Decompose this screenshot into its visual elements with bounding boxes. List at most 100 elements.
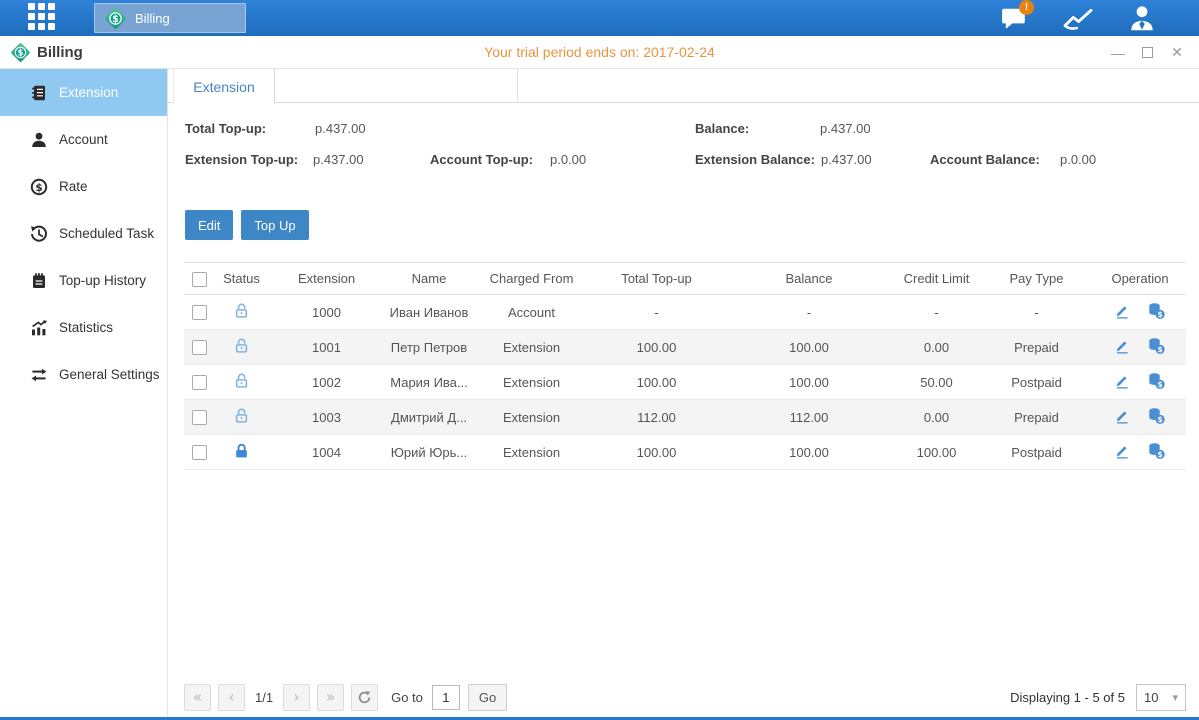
- edit-row-icon[interactable]: [1114, 407, 1130, 427]
- cell-charged-from: Extension: [474, 330, 589, 365]
- lock-icon: [233, 412, 250, 427]
- next-page-button[interactable]: ›: [283, 684, 310, 711]
- cell-name: Дмитрий Д...: [384, 400, 474, 435]
- table-row[interactable]: 1001 Петр Петров Extension 100.00 100.00…: [184, 330, 1186, 365]
- top-up-row-icon[interactable]: $: [1147, 337, 1166, 358]
- cell-charged-from: Extension: [474, 435, 589, 470]
- cell-total-topup: 100.00: [589, 330, 724, 365]
- table-header-row: Status Extension Name Charged From Total…: [184, 263, 1186, 295]
- tab-extension[interactable]: Extension: [173, 69, 275, 104]
- account-balance-value: p.0.00: [1060, 152, 1096, 167]
- window-title: Billing: [37, 44, 83, 61]
- taskbar-tab-label: Billing: [135, 11, 170, 26]
- edit-row-icon[interactable]: [1114, 372, 1130, 392]
- sidebar-item-rate[interactable]: $ Rate: [0, 163, 167, 210]
- row-checkbox[interactable]: [192, 445, 207, 460]
- sidebar-item-topup-history[interactable]: Top-up History: [0, 257, 167, 304]
- messages-icon[interactable]: !: [997, 4, 1031, 32]
- select-all-checkbox[interactable]: [192, 272, 207, 287]
- table-row[interactable]: 1000 Иван Иванов Account - - - - $: [184, 295, 1186, 330]
- cell-balance: -: [724, 295, 894, 330]
- lock-icon: [233, 447, 250, 462]
- edit-button[interactable]: Edit: [185, 210, 233, 240]
- sidebar-item-statistics[interactable]: Statistics: [0, 304, 167, 351]
- cell-extension: 1003: [269, 400, 384, 435]
- table-row[interactable]: 1004 Юрий Юрь... Extension 100.00 100.00…: [184, 435, 1186, 470]
- col-pay-type: Pay Type: [979, 263, 1094, 295]
- tab-strip: Extension: [168, 69, 1199, 103]
- coin-icon: $: [30, 178, 48, 196]
- prev-page-button[interactable]: ‹: [218, 684, 245, 711]
- taskbar-tab-billing[interactable]: $ Billing: [94, 3, 246, 33]
- stats-icon: [30, 319, 48, 337]
- row-checkbox[interactable]: [192, 410, 207, 425]
- pagination-bar: « ‹ 1/1 › » Go to Go Displaying 1 - 5 of…: [184, 683, 1186, 711]
- cell-balance: 100.00: [724, 365, 894, 400]
- trial-notice: Your trial period ends on: 2017-02-24: [0, 44, 1199, 60]
- row-checkbox[interactable]: [192, 305, 207, 320]
- row-checkbox[interactable]: [192, 340, 207, 355]
- svg-text:$: $: [1158, 450, 1163, 459]
- sidebar-item-extension[interactable]: Extension: [0, 69, 167, 116]
- chevron-down-icon: ▾: [1172, 691, 1178, 704]
- billing-summary: Total Top-up: p.437.00 Balance: p.437.00…: [168, 119, 1199, 197]
- sidebar-item-account[interactable]: Account: [0, 116, 167, 163]
- maximize-icon[interactable]: [1142, 47, 1153, 58]
- sidebar-item-label: Statistics: [59, 320, 113, 335]
- cell-charged-from: Extension: [474, 365, 589, 400]
- sidebar-item-label: Extension: [59, 85, 118, 100]
- cell-extension: 1000: [269, 295, 384, 330]
- sliders-icon: [30, 366, 48, 384]
- page-size-select[interactable]: 10 ▾: [1136, 684, 1186, 711]
- edit-row-icon[interactable]: [1114, 302, 1130, 322]
- clock-history-icon: [30, 225, 48, 243]
- cell-credit-limit: 0.00: [894, 400, 979, 435]
- cell-credit-limit: 100.00: [894, 435, 979, 470]
- top-up-row-icon[interactable]: $: [1147, 407, 1166, 428]
- cell-total-topup: 112.00: [589, 400, 724, 435]
- user-icon[interactable]: [1125, 4, 1159, 32]
- lock-icon: [233, 342, 250, 357]
- table-row[interactable]: 1003 Дмитрий Д... Extension 112.00 112.0…: [184, 400, 1186, 435]
- balance-label: Balance:: [695, 121, 749, 136]
- extension-topup-value: p.437.00: [313, 152, 364, 167]
- account-topup-value: p.0.00: [550, 152, 586, 167]
- svg-text:$: $: [35, 181, 42, 193]
- close-icon[interactable]: ✕: [1169, 44, 1185, 61]
- col-credit-limit: Credit Limit: [894, 263, 979, 295]
- cell-name: Петр Петров: [384, 330, 474, 365]
- top-up-button[interactable]: Top Up: [241, 210, 308, 240]
- monitor-chart-icon[interactable]: [1061, 4, 1095, 32]
- edit-row-icon[interactable]: [1114, 337, 1130, 357]
- sidebar-item-scheduled-task[interactable]: Scheduled Task: [0, 210, 167, 257]
- last-page-button[interactable]: »: [317, 684, 344, 711]
- top-up-row-icon[interactable]: $: [1147, 302, 1166, 323]
- svg-text:$: $: [1158, 310, 1163, 319]
- apps-grid-icon[interactable]: [28, 3, 58, 33]
- edit-row-icon[interactable]: [1114, 442, 1130, 462]
- total-topup-label: Total Top-up:: [185, 121, 266, 136]
- refresh-button[interactable]: [351, 684, 378, 711]
- row-checkbox[interactable]: [192, 375, 207, 390]
- sidebar-item-label: Top-up History: [59, 273, 146, 288]
- top-up-row-icon[interactable]: $: [1147, 442, 1166, 463]
- cell-pay-type: Postpaid: [979, 365, 1094, 400]
- svg-text:$: $: [18, 48, 24, 58]
- minimize-icon[interactable]: —: [1110, 45, 1126, 61]
- col-extension: Extension: [269, 263, 384, 295]
- col-charged-from: Charged From: [474, 263, 589, 295]
- sidebar-item-general-settings[interactable]: General Settings: [0, 351, 167, 398]
- first-page-button[interactable]: «: [184, 684, 211, 711]
- cell-balance: 112.00: [724, 400, 894, 435]
- content-area: Extension Total Top-up: p.437.00 Balance…: [168, 69, 1199, 717]
- top-up-row-icon[interactable]: $: [1147, 372, 1166, 393]
- goto-page-input[interactable]: [432, 685, 460, 710]
- window-titlebar: $ Billing Your trial period ends on: 201…: [0, 36, 1199, 69]
- page-indicator: 1/1: [255, 690, 273, 705]
- go-button[interactable]: Go: [468, 684, 507, 711]
- ledger-icon: [30, 84, 48, 102]
- cell-pay-type: Prepaid: [979, 330, 1094, 365]
- cell-balance: 100.00: [724, 330, 894, 365]
- sidebar-item-label: General Settings: [59, 367, 160, 382]
- table-row[interactable]: 1002 Мария Ива... Extension 100.00 100.0…: [184, 365, 1186, 400]
